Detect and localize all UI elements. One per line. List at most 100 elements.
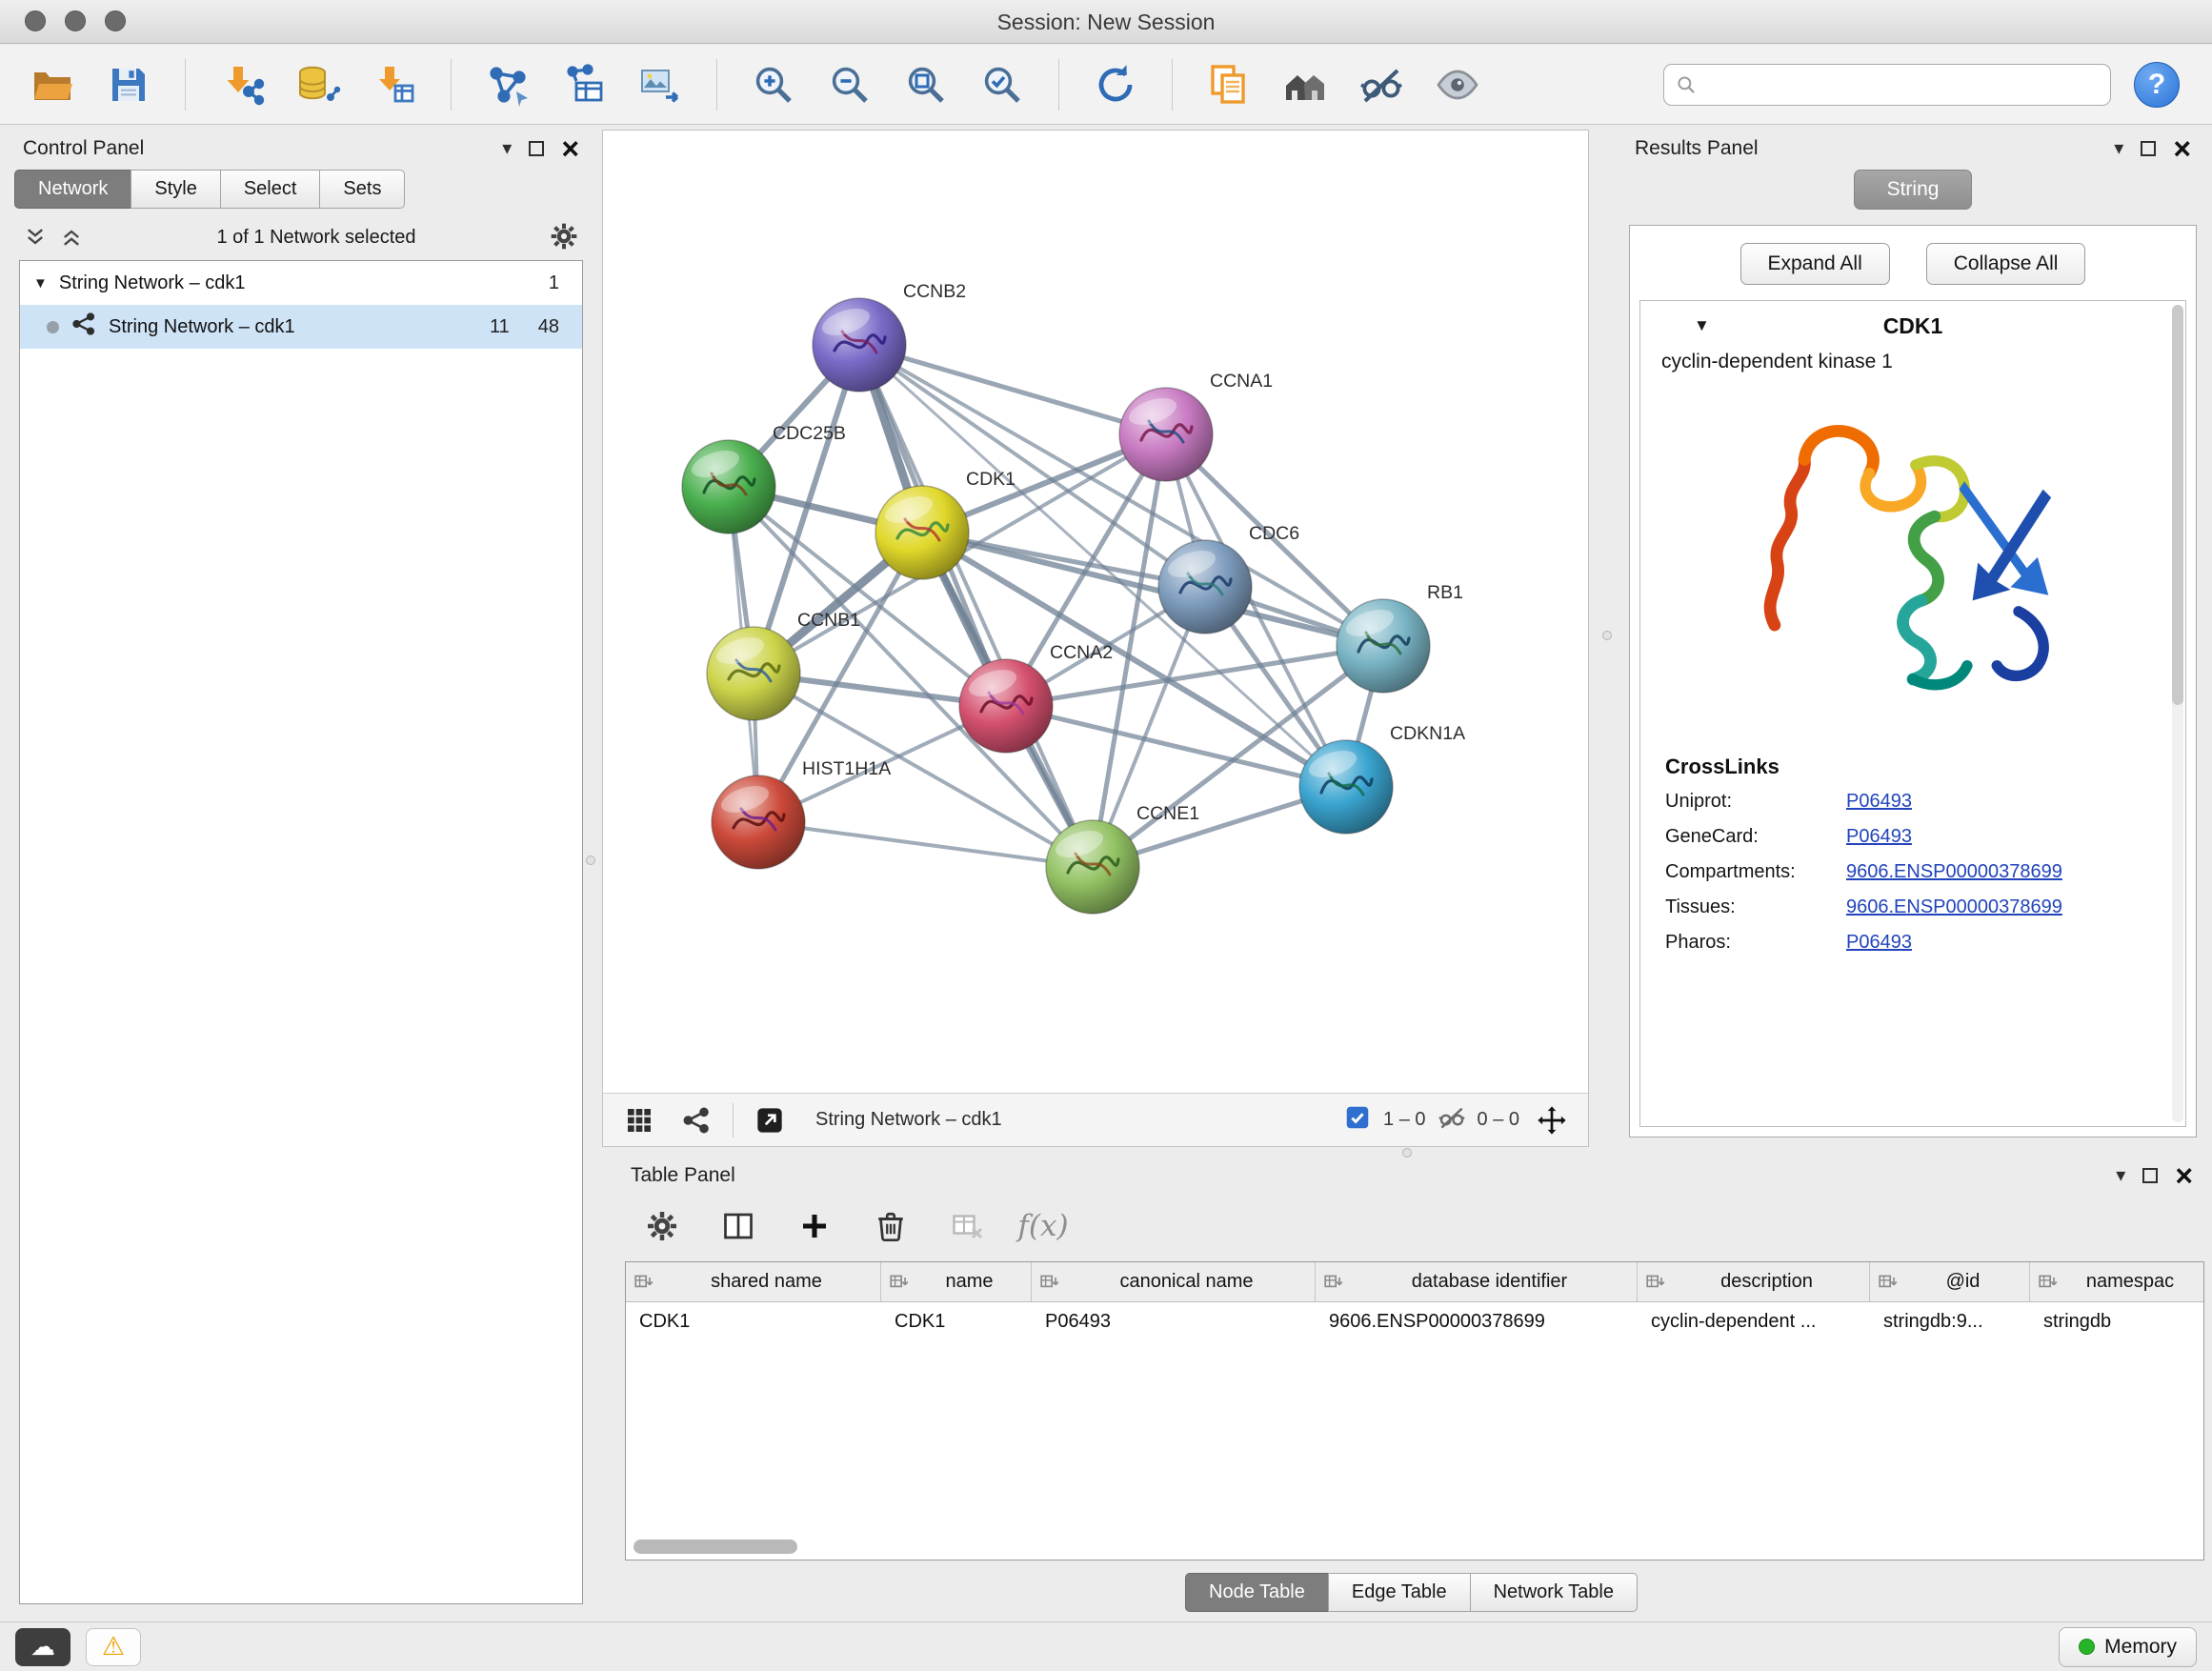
panel-menu-icon[interactable]: ▾ — [502, 139, 512, 158]
protein-section-header[interactable]: ▼ CDK1 — [1640, 301, 2185, 351]
grid-view-button[interactable] — [618, 1099, 660, 1141]
import-table-file-button[interactable] — [363, 54, 426, 115]
delete-column-button[interactable] — [869, 1204, 913, 1248]
table-hscrollbar[interactable] — [633, 1540, 797, 1554]
table-row[interactable]: CDK1CDK1P064939606.ENSP00000378699cyclin… — [626, 1302, 2203, 1342]
network-edge-HIST1H1A-CCNE1[interactable] — [758, 822, 1093, 867]
column-header-database-identifier[interactable]: database identifier — [1316, 1262, 1638, 1301]
network-node-label-CDC6: CDC6 — [1249, 523, 1299, 544]
network-view-panel: CCNB2CCNA1CDC25BCDK1CDC6RB1CCNB1CCNA2CDK… — [602, 130, 1589, 1147]
string-homes-button[interactable] — [1274, 54, 1337, 115]
tab-string[interactable]: String — [1854, 170, 1973, 210]
tab-network[interactable]: Network — [14, 170, 131, 209]
network-node-label-CCNA1: CCNA1 — [1210, 371, 1273, 392]
table-cell: CDK1 — [881, 1302, 1032, 1342]
expand-all-button[interactable]: Expand All — [1740, 243, 1890, 285]
network-node-label-HIST1H1A: HIST1H1A — [802, 758, 891, 779]
import-network-file-button[interactable] — [211, 54, 273, 115]
crosslink-value-link[interactable]: 9606.ENSP00000378699 — [1846, 896, 2062, 918]
fit-content-button[interactable] — [1531, 1099, 1573, 1141]
show-graphics-details-button[interactable] — [1426, 54, 1489, 115]
column-header-name[interactable]: name — [881, 1262, 1032, 1301]
cloud-button[interactable]: ☁ — [15, 1628, 70, 1666]
panel-float-icon[interactable] — [2141, 141, 2156, 156]
tree-expand-icon[interactable]: ▼ — [33, 275, 48, 292]
splitter-handle[interactable] — [586, 856, 595, 865]
column-header-shared-name[interactable]: shared name — [626, 1262, 881, 1301]
close-window-button[interactable] — [25, 10, 46, 31]
network-row[interactable]: String Network – cdk1 11 48 — [20, 305, 582, 349]
column-sort-icon — [1878, 1272, 1899, 1293]
tab-sets[interactable]: Sets — [319, 170, 405, 209]
function-builder-button[interactable]: f(x) — [1021, 1204, 1065, 1248]
import-network-database-button[interactable] — [287, 54, 350, 115]
show-columns-button[interactable] — [716, 1204, 760, 1248]
network-canvas[interactable]: CCNB2CCNA1CDC25BCDK1CDC6RB1CCNB1CCNA2CDK… — [603, 131, 1588, 1093]
zoom-out-button[interactable] — [818, 54, 881, 115]
hide-graphics-details-button[interactable] — [1350, 54, 1413, 115]
splitter-handle[interactable] — [1602, 631, 1612, 640]
network-collection-row[interactable]: ▼ String Network – cdk1 1 — [20, 261, 582, 305]
network-table-button[interactable] — [553, 54, 615, 115]
copy-documents-button[interactable] — [1197, 54, 1260, 115]
titlebar: Session: New Session — [0, 0, 2212, 44]
memory-label: Memory — [2104, 1636, 2177, 1659]
column-header-namespac[interactable]: namespac — [2030, 1262, 2203, 1301]
refresh-network-button[interactable] — [1084, 54, 1147, 115]
grid-icon — [624, 1105, 654, 1136]
network-overview-button[interactable] — [675, 1099, 717, 1141]
panel-close-icon[interactable]: × — [2173, 133, 2191, 164]
table-options-button[interactable] — [640, 1204, 684, 1248]
crosslink-row: GeneCard:P06493 — [1665, 826, 2185, 848]
memory-button[interactable]: Memory — [2059, 1627, 2197, 1667]
crosslink-value-link[interactable]: P06493 — [1846, 791, 1912, 813]
tab-network-table[interactable]: Network Table — [1470, 1573, 1638, 1612]
network-node-label-CDK1: CDK1 — [966, 469, 1016, 490]
column-header--id[interactable]: @id — [1870, 1262, 2030, 1301]
open-session-button[interactable] — [21, 54, 84, 115]
panel-float-icon[interactable] — [529, 141, 544, 156]
network-options-button[interactable] — [549, 221, 579, 254]
tab-node-table[interactable]: Node Table — [1185, 1573, 1329, 1612]
panel-menu-icon[interactable]: ▾ — [2116, 1166, 2125, 1185]
results-scrollbar[interactable] — [2172, 305, 2183, 1122]
help-button[interactable]: ? — [2134, 62, 2180, 108]
export-image-button[interactable] — [629, 54, 692, 115]
column-header-canonical-name[interactable]: canonical name — [1032, 1262, 1316, 1301]
crosslink-value-link[interactable]: 9606.ENSP00000378699 — [1846, 861, 2062, 883]
zoom-in-button[interactable] — [742, 54, 805, 115]
column-header-description[interactable]: description — [1638, 1262, 1870, 1301]
network-edge-CCNB2-CCNE1[interactable] — [859, 345, 1093, 867]
create-column-button[interactable] — [793, 1204, 836, 1248]
panel-float-icon[interactable] — [2142, 1168, 2158, 1183]
crosslink-label: Tissues: — [1665, 896, 1846, 918]
crosslink-value-link[interactable]: P06493 — [1846, 932, 1912, 954]
panel-close-icon[interactable]: × — [561, 133, 579, 164]
collapse-all-button[interactable] — [23, 225, 48, 250]
save-session-button[interactable] — [97, 54, 160, 115]
zoom-window-button[interactable] — [105, 10, 126, 31]
control-panel-title: Control Panel — [23, 137, 144, 160]
zoom-selected-button[interactable] — [971, 54, 1034, 115]
search-input[interactable] — [1704, 73, 2101, 95]
tab-edge-table[interactable]: Edge Table — [1328, 1573, 1471, 1612]
open-in-new-window-button[interactable] — [749, 1099, 791, 1141]
warning-icon: ⚠ — [102, 1632, 125, 1661]
network-canvas-svg: CCNB2CCNA1CDC25BCDK1CDC6RB1CCNB1CCNA2CDK… — [603, 131, 1588, 1093]
warnings-button[interactable]: ⚠ — [86, 1628, 141, 1666]
panel-close-icon[interactable]: × — [2175, 1160, 2193, 1191]
tab-style[interactable]: Style — [131, 170, 220, 209]
crosslink-value-link[interactable]: P06493 — [1846, 826, 1912, 848]
network-edge-CCNB2-CCNA1[interactable] — [859, 345, 1166, 434]
traffic-lights — [25, 10, 126, 31]
tab-select[interactable]: Select — [220, 170, 321, 209]
delete-table-button-disabled[interactable] — [945, 1204, 989, 1248]
minimize-window-button[interactable] — [65, 10, 86, 31]
zoom-fit-button[interactable] — [895, 54, 957, 115]
expand-all-button[interactable] — [59, 225, 84, 250]
collapse-all-button[interactable]: Collapse All — [1926, 243, 2086, 285]
section-collapse-icon[interactable]: ▼ — [1694, 316, 1710, 335]
search-field[interactable] — [1663, 64, 2111, 106]
network-from-selection-button[interactable] — [476, 54, 539, 115]
panel-menu-icon[interactable]: ▾ — [2114, 139, 2123, 158]
